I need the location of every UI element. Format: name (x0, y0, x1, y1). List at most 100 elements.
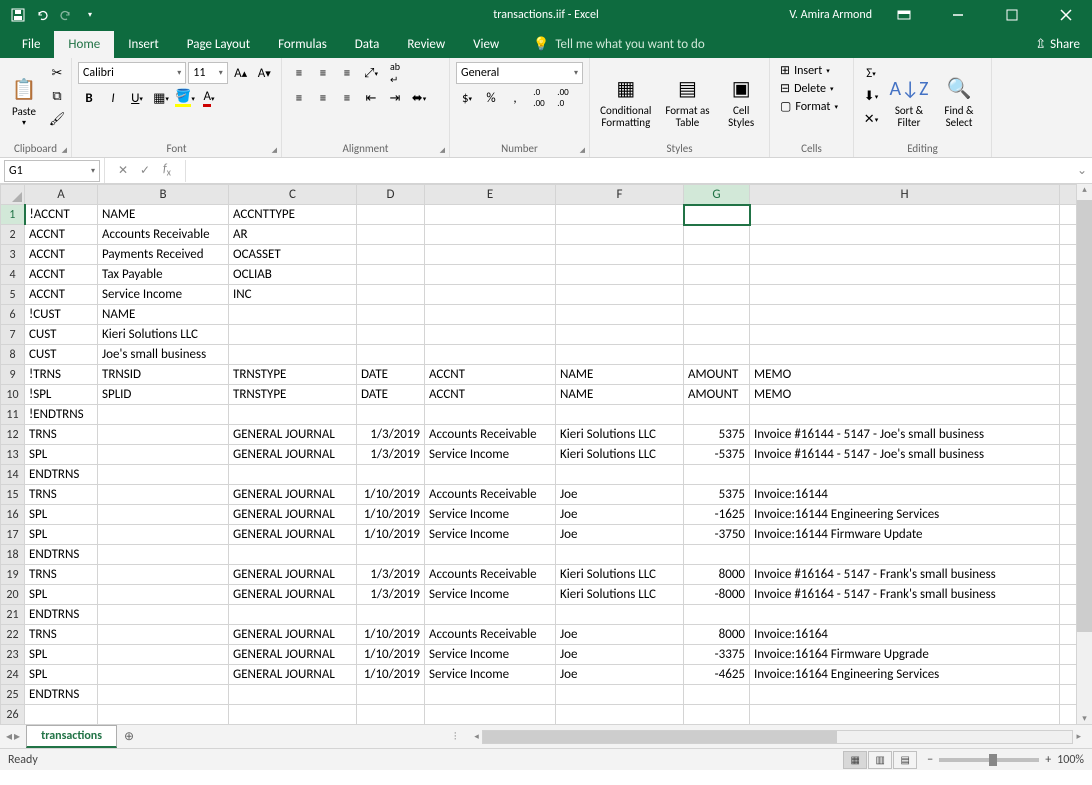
cell[interactable] (425, 205, 556, 225)
row-header[interactable]: 17 (1, 525, 25, 545)
cell[interactable]: GENERAL JOURNAL (229, 645, 357, 665)
row-header[interactable]: 25 (1, 685, 25, 705)
tab-formulas[interactable]: Formulas (264, 31, 341, 58)
cell[interactable] (750, 545, 1060, 565)
cell[interactable] (750, 605, 1060, 625)
cell[interactable] (425, 285, 556, 305)
cell[interactable] (556, 465, 684, 485)
cell[interactable] (98, 645, 229, 665)
cell[interactable] (229, 345, 357, 365)
cell[interactable] (556, 245, 684, 265)
cell[interactable]: -4625 (684, 665, 750, 685)
cell[interactable] (425, 265, 556, 285)
sort-filter-button[interactable]: A↓Z Sort & Filter (886, 62, 932, 140)
cell[interactable] (229, 545, 357, 565)
cell[interactable]: Invoice:16164 Engineering Services (750, 665, 1060, 685)
column-header[interactable]: A (25, 185, 98, 205)
cell[interactable] (750, 405, 1060, 425)
select-all-corner[interactable] (1, 185, 25, 205)
cell[interactable] (556, 405, 684, 425)
cell[interactable] (357, 325, 425, 345)
zoom-in-button[interactable]: + (1045, 753, 1051, 767)
increase-font-button[interactable]: A▴ (230, 62, 252, 84)
column-header[interactable]: G (684, 185, 750, 205)
cell[interactable] (556, 705, 684, 725)
cell[interactable]: AMOUNT (684, 385, 750, 405)
cell[interactable] (684, 285, 750, 305)
cell[interactable]: Invoice:16144 Engineering Services (750, 505, 1060, 525)
format-as-table-button[interactable]: ▤ Format as Table (660, 62, 716, 140)
cell[interactable] (425, 245, 556, 265)
tab-review[interactable]: Review (393, 31, 459, 58)
cell[interactable]: -1625 (684, 505, 750, 525)
worksheet-grid[interactable]: ABCDEFGH1!ACCNTNAMEACCNTTYPE2ACCNTAccoun… (0, 184, 1092, 724)
cell[interactable] (684, 325, 750, 345)
row-header[interactable]: 7 (1, 325, 25, 345)
increase-decimal-button[interactable]: .0.00 (528, 87, 550, 109)
cell[interactable] (98, 485, 229, 505)
cell[interactable]: 1/10/2019 (357, 505, 425, 525)
undo-icon[interactable] (32, 5, 52, 25)
tab-home[interactable]: Home (54, 31, 114, 58)
cell[interactable]: Invoice #16164 - 5147 - Frank's small bu… (750, 585, 1060, 605)
cell[interactable] (425, 405, 556, 425)
comma-button[interactable]: , (504, 87, 526, 109)
page-layout-view-button[interactable]: ▥ (868, 751, 892, 769)
column-header[interactable]: E (425, 185, 556, 205)
cell[interactable] (556, 225, 684, 245)
row-header[interactable]: 4 (1, 265, 25, 285)
align-left-button[interactable]: ≡ (288, 87, 310, 109)
cell[interactable] (684, 225, 750, 245)
orientation-button[interactable]: ⤢▾ (360, 62, 382, 84)
italic-button[interactable]: I (102, 87, 124, 109)
cell[interactable]: SPLID (98, 385, 229, 405)
cell[interactable]: ENDTRNS (25, 545, 98, 565)
cell[interactable]: GENERAL JOURNAL (229, 625, 357, 645)
cell[interactable]: Kieri Solutions LLC (556, 445, 684, 465)
cell[interactable] (98, 665, 229, 685)
cell[interactable] (684, 545, 750, 565)
cell[interactable]: !TRNS (25, 365, 98, 385)
cell[interactable]: Kieri Solutions LLC (556, 585, 684, 605)
cell[interactable]: MEMO (750, 385, 1060, 405)
cell[interactable]: AMOUNT (684, 365, 750, 385)
cell[interactable] (556, 545, 684, 565)
tab-file[interactable]: File (8, 31, 54, 58)
cell[interactable]: MEMO (750, 365, 1060, 385)
cell[interactable]: Joe (556, 505, 684, 525)
row-header[interactable]: 6 (1, 305, 25, 325)
cell[interactable]: GENERAL JOURNAL (229, 665, 357, 685)
cell[interactable]: SPL (25, 645, 98, 665)
maximize-button[interactable] (990, 0, 1034, 30)
cell[interactable] (357, 405, 425, 425)
cell[interactable] (98, 465, 229, 485)
cell[interactable]: !ENDTRNS (25, 405, 98, 425)
cell[interactable] (556, 325, 684, 345)
row-header[interactable]: 19 (1, 565, 25, 585)
cell[interactable]: OCLIAB (229, 265, 357, 285)
close-button[interactable] (1044, 0, 1088, 30)
cell[interactable]: Joe (556, 645, 684, 665)
cell[interactable]: Kieri Solutions LLC (556, 565, 684, 585)
row-header[interactable]: 22 (1, 625, 25, 645)
borders-button[interactable]: ▦ ▾ (150, 87, 172, 109)
cell[interactable] (425, 605, 556, 625)
cell[interactable] (357, 345, 425, 365)
tab-insert[interactable]: Insert (114, 31, 173, 58)
copy-button[interactable]: ⧉ (46, 85, 68, 107)
cell[interactable]: Joe (556, 625, 684, 645)
accounting-button[interactable]: $▾ (456, 87, 478, 109)
expand-formula-bar-button[interactable]: ⌄ (1072, 163, 1092, 178)
cell[interactable]: NAME (98, 305, 229, 325)
cell[interactable]: GENERAL JOURNAL (229, 585, 357, 605)
cell[interactable] (425, 305, 556, 325)
cell[interactable]: Joe (556, 665, 684, 685)
align-top-button[interactable]: ≡ (288, 62, 310, 84)
row-header[interactable]: 9 (1, 365, 25, 385)
cell[interactable]: INC (229, 285, 357, 305)
tell-me-search[interactable]: 💡 Tell me what you want to do (533, 37, 705, 58)
cell[interactable] (684, 305, 750, 325)
cell[interactable] (425, 685, 556, 705)
cell-styles-button[interactable]: ▣ Cell Styles (719, 62, 763, 140)
increase-indent-button[interactable]: ⇥ (384, 87, 406, 109)
